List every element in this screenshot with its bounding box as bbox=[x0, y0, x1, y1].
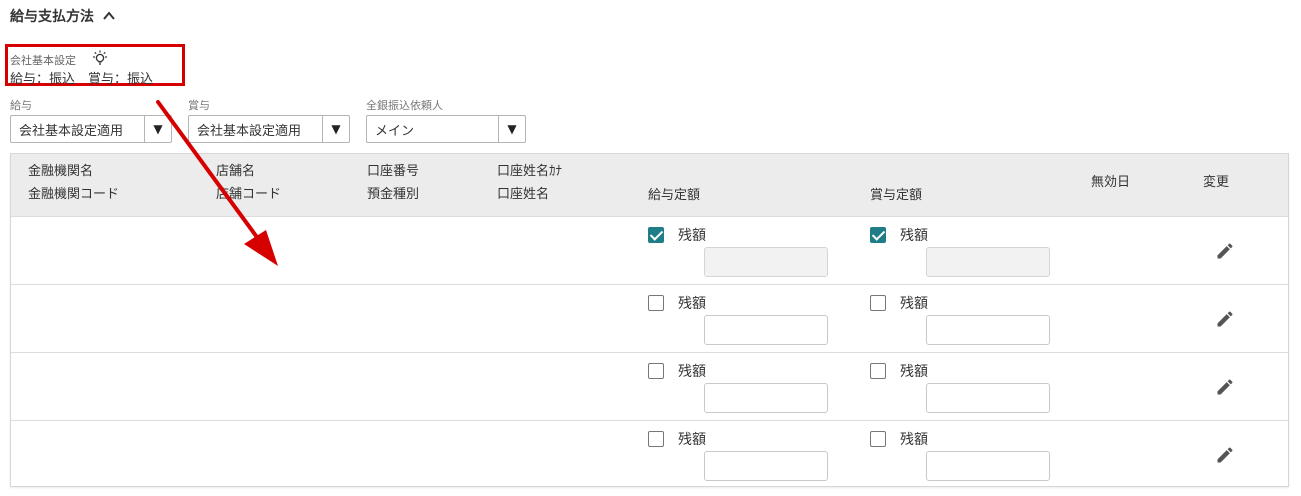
salary-remainder-checkbox[interactable] bbox=[648, 363, 664, 379]
header-account-holder: 口座姓名 bbox=[497, 187, 550, 202]
company-default-values: 給与：振込 賞与：振込 bbox=[10, 72, 154, 87]
triangle-down-icon[interactable]: ▼ bbox=[498, 116, 525, 142]
triangle-down-icon[interactable]: ▼ bbox=[322, 116, 349, 142]
salary-amount-input[interactable] bbox=[704, 315, 828, 345]
pencil-icon[interactable] bbox=[1215, 241, 1235, 261]
bonus-amount-input[interactable] bbox=[926, 315, 1050, 345]
bonus-remainder-checkbox[interactable] bbox=[870, 227, 886, 243]
salary-method-value: 会社基本設定適用 bbox=[19, 123, 124, 139]
chevron-up-icon[interactable] bbox=[102, 9, 116, 23]
salary-remainder-checkbox[interactable] bbox=[648, 431, 664, 447]
bonus-amount-input[interactable] bbox=[926, 451, 1050, 481]
pencil-icon[interactable] bbox=[1215, 445, 1235, 465]
bonus-remainder-checkbox[interactable] bbox=[870, 295, 886, 311]
salary-amount-input bbox=[704, 247, 828, 277]
bank-account-table: 金融機関名 金融機関コード 店舗名 店舗コード 口座番号 預金種別 口座姓名ｶﾅ… bbox=[10, 153, 1289, 487]
salary-method-select[interactable]: 会社基本設定適用 ▼ bbox=[10, 115, 172, 143]
table-header: 金融機関名 金融機関コード 店舗名 店舗コード 口座番号 預金種別 口座姓名ｶﾅ… bbox=[11, 154, 1288, 216]
bonus-remainder-label: 残額 bbox=[900, 228, 928, 244]
bonus-field-label: 賞与 bbox=[188, 99, 210, 112]
salary-remainder-checkbox[interactable] bbox=[648, 295, 664, 311]
requester-value: メイン bbox=[375, 123, 415, 139]
header-branch-code: 店舗コード bbox=[216, 187, 282, 202]
company-default-label: 会社基本設定 bbox=[10, 54, 76, 67]
requester-field-label: 全銀振込依頼人 bbox=[366, 99, 443, 112]
header-salary-fixed: 給与定額 bbox=[648, 188, 701, 203]
bonus-method-value: 会社基本設定適用 bbox=[197, 123, 302, 139]
bonus-method-select[interactable]: 会社基本設定適用 ▼ bbox=[188, 115, 350, 143]
header-bonus-fixed: 賞与定額 bbox=[870, 188, 923, 203]
table-row: 残額 残額 bbox=[11, 216, 1288, 284]
salary-amount-input[interactable] bbox=[704, 383, 828, 413]
salary-remainder-label: 残額 bbox=[678, 432, 706, 448]
bonus-remainder-label: 残額 bbox=[900, 432, 928, 448]
section-title: 給与支払方法 bbox=[10, 9, 94, 25]
table-row: 残額 残額 bbox=[11, 420, 1288, 488]
salary-remainder-label: 残額 bbox=[678, 228, 706, 244]
bonus-amount-input bbox=[926, 247, 1050, 277]
salary-remainder-label: 残額 bbox=[678, 364, 706, 380]
salary-field-label: 給与 bbox=[10, 99, 32, 112]
section-header[interactable]: 給与支払方法 bbox=[10, 6, 116, 26]
header-bank-code: 金融機関コード bbox=[28, 187, 120, 202]
pencil-icon[interactable] bbox=[1215, 309, 1235, 329]
salary-amount-input[interactable] bbox=[704, 451, 828, 481]
bonus-remainder-checkbox[interactable] bbox=[870, 431, 886, 447]
table-row: 残額 残額 bbox=[11, 284, 1288, 352]
triangle-down-icon[interactable]: ▼ bbox=[144, 116, 171, 142]
bonus-remainder-checkbox[interactable] bbox=[870, 363, 886, 379]
salary-remainder-checkbox[interactable] bbox=[648, 227, 664, 243]
bonus-remainder-label: 残額 bbox=[900, 364, 928, 380]
pencil-icon[interactable] bbox=[1215, 377, 1235, 397]
header-invalid-date: 無効日 bbox=[1091, 175, 1131, 190]
salary-remainder-label: 残額 bbox=[678, 296, 706, 312]
header-change: 変更 bbox=[1203, 175, 1230, 190]
header-deposit-type: 預金種別 bbox=[367, 187, 420, 202]
bonus-remainder-label: 残額 bbox=[900, 296, 928, 312]
bonus-amount-input[interactable] bbox=[926, 383, 1050, 413]
table-row: 残額 残額 bbox=[11, 352, 1288, 420]
requester-select[interactable]: メイン ▼ bbox=[366, 115, 526, 143]
lightbulb-icon bbox=[93, 50, 107, 65]
